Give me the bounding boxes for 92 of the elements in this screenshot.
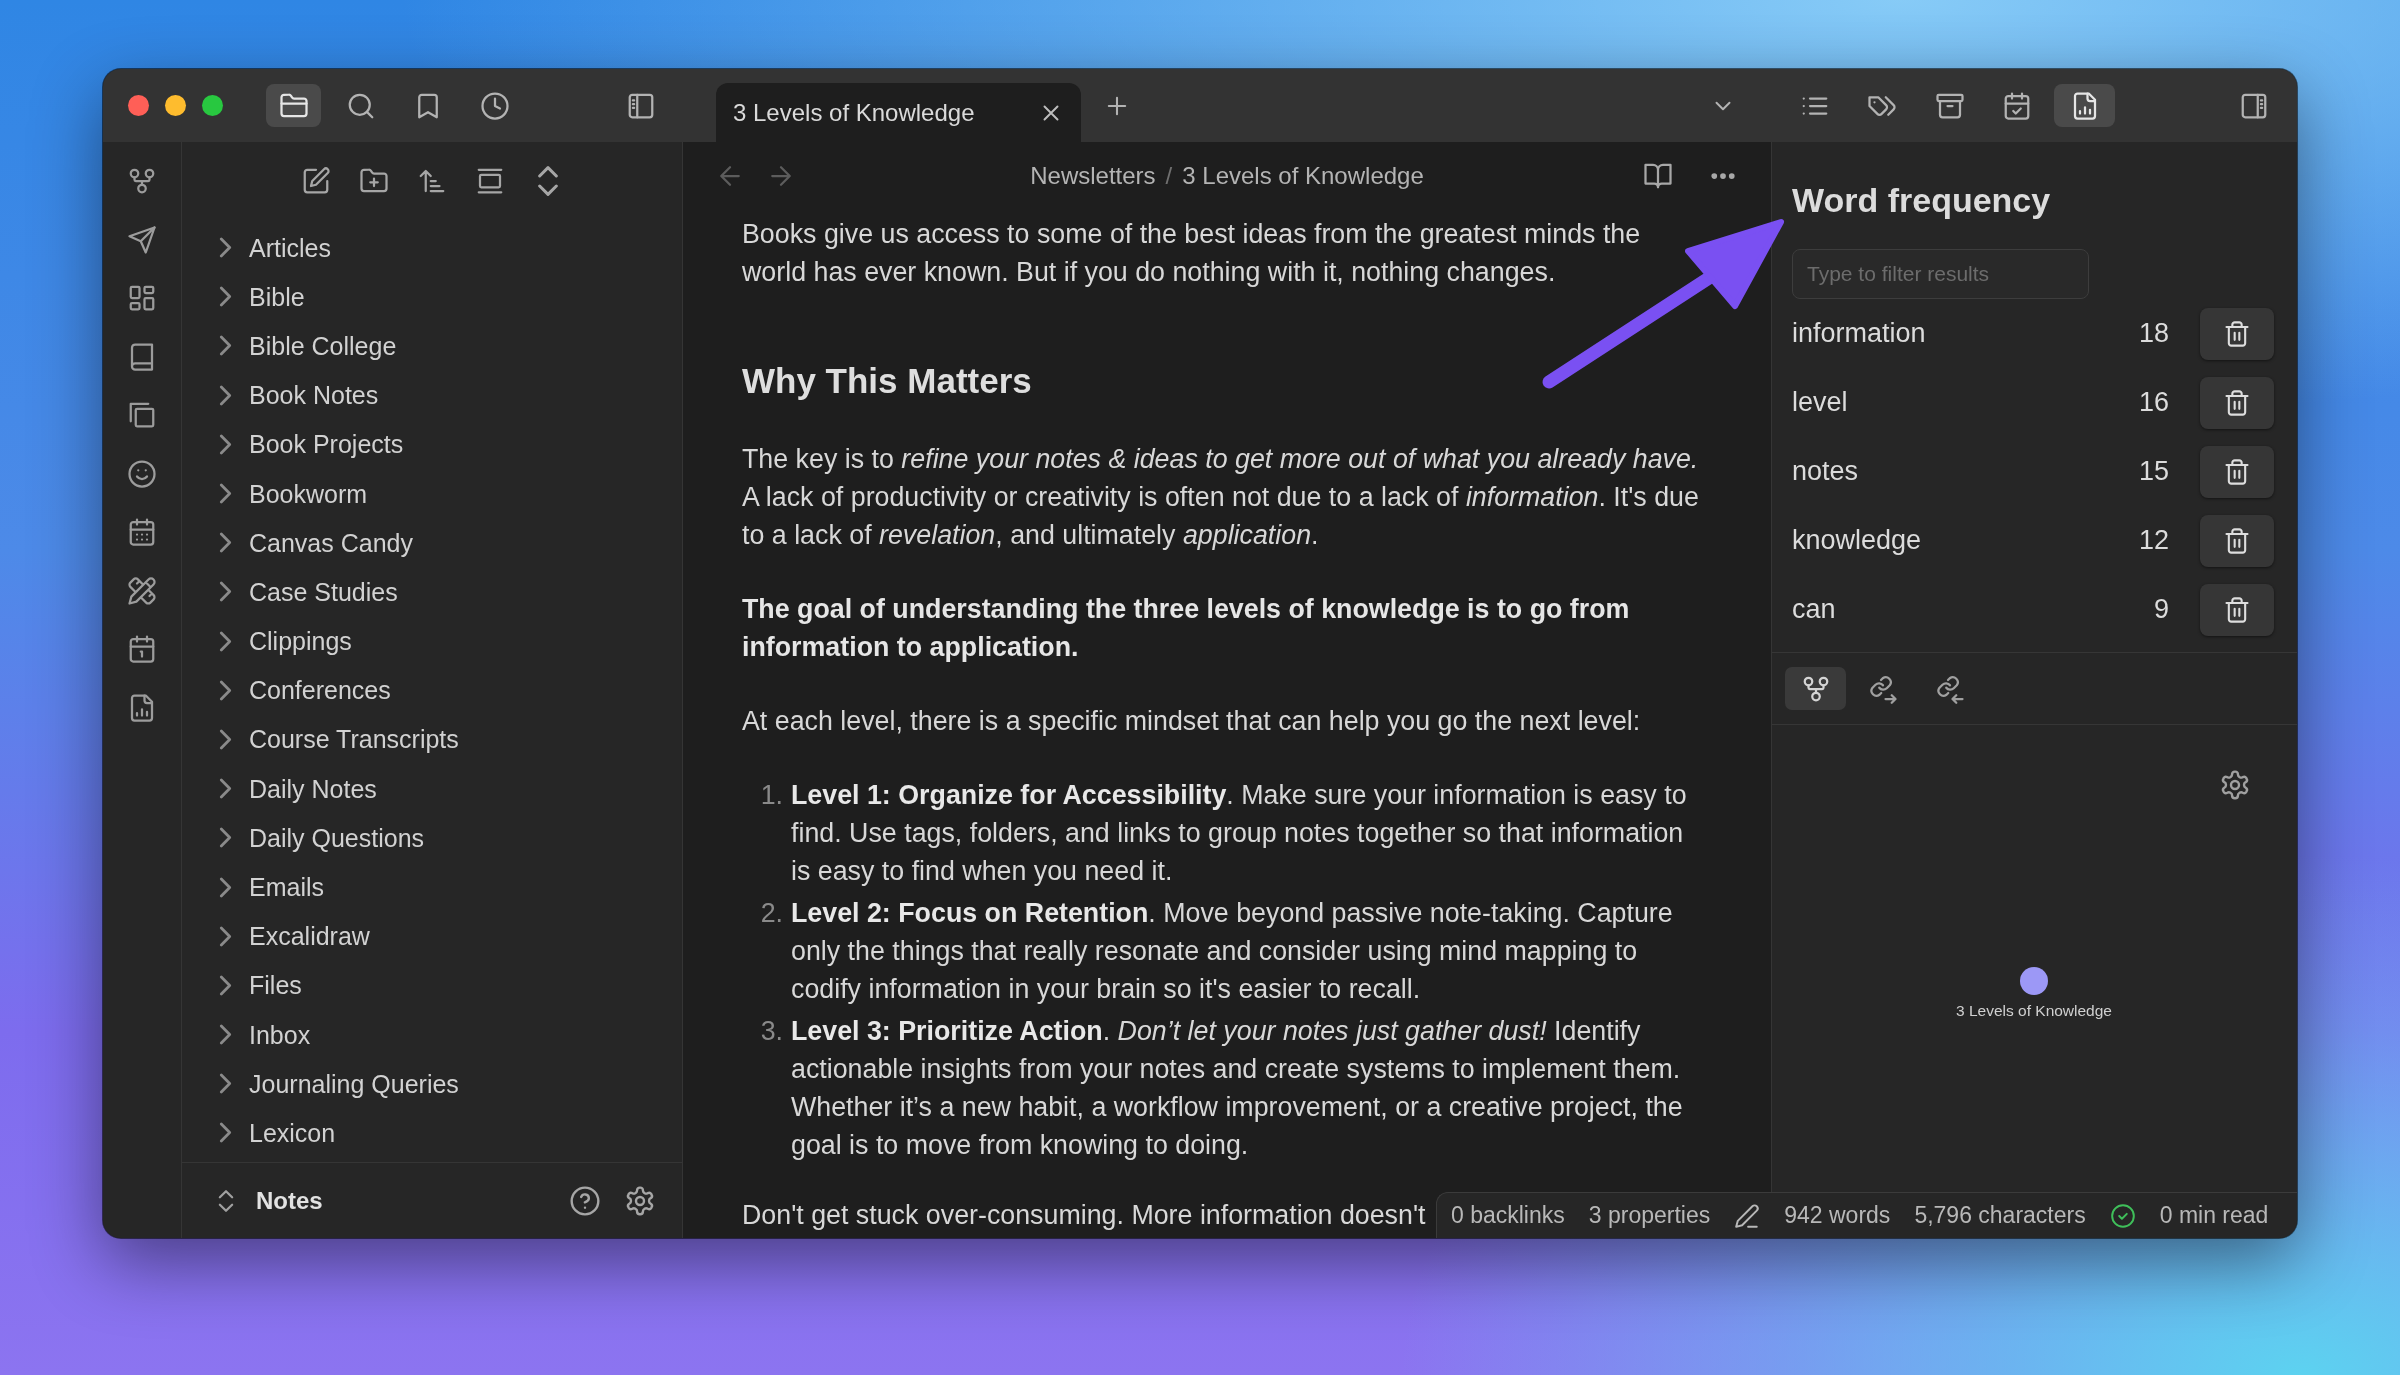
folder-item[interactable]: Book Notes <box>219 379 379 412</box>
folder-item[interactable]: Conferences <box>219 674 391 707</box>
calendar-day-icon[interactable] <box>127 634 157 664</box>
word-count: 15 <box>2138 455 2169 489</box>
settings-icon[interactable] <box>624 1184 656 1217</box>
frame-icon[interactable] <box>475 166 505 196</box>
list-number: 2. <box>759 897 783 930</box>
folder-item[interactable]: Book Projects <box>219 428 404 461</box>
paragraph: The goal of understanding the three levels of knowledge is to go from information to application. <box>742 593 1631 664</box>
trash-icon <box>2223 595 2251 624</box>
properties-count[interactable]: 3 properties <box>1588 1198 1711 1233</box>
list-item-text: Level 3: Prioritize Action. Don’t let your notes just gather dust! Identify actionable insights from your notes and create systems to implement them. Whether it’s a new habit, a workflow improvement, or a creative project, the goal is to move from knowing to doing. <box>791 1015 1684 1162</box>
graph-node[interactable] <box>2020 967 2048 995</box>
clock-icon <box>479 90 510 121</box>
folder-item[interactable]: Journaling Queries <box>219 1067 459 1100</box>
check-circle-icon[interactable] <box>2109 1202 2136 1229</box>
list-number: 3. <box>759 1015 783 1048</box>
paragraph: At each level, there is a specific mindset that can help you go the next level: <box>742 705 1641 738</box>
calendar-icon[interactable] <box>127 517 157 547</box>
node-label: 3 Levels of Knowledge <box>1956 1001 2112 1021</box>
chain-arrow-right-icon <box>1867 673 1898 704</box>
paragraph: Books give us access to some of the best ideas from the greatest minds the world has ever known. But if you do nothing with it, nothing changes. <box>742 218 1642 289</box>
note-tab[interactable]: 3 Levels of Knowledge <box>716 83 1081 142</box>
delete-button[interactable] <box>2200 445 2274 498</box>
chain-arrow-left-icon <box>1934 673 1965 704</box>
trash-icon <box>2223 526 2251 555</box>
folder-item[interactable]: Bookworm <box>219 477 368 510</box>
folder-item[interactable]: Files <box>219 969 302 1002</box>
trash-icon <box>2223 388 2251 417</box>
trash-icon <box>2223 457 2251 486</box>
smiley-icon[interactable] <box>127 458 157 489</box>
view-tab[interactable] <box>1785 667 1846 710</box>
folder-item[interactable]: Daily Notes <box>219 772 377 805</box>
paragraph: Don't get stuck over-consuming. More information doesn't <box>742 1199 1426 1232</box>
folder-item[interactable]: Lexicon <box>219 1116 336 1149</box>
window-zoom-button[interactable] <box>202 95 223 116</box>
folder-item[interactable]: Bible <box>219 280 305 313</box>
folder-item[interactable]: Case Studies <box>219 575 398 608</box>
character-count: 5,796 characters <box>1914 1201 2086 1231</box>
folder-item[interactable]: Inbox <box>219 1018 311 1051</box>
folder-item[interactable]: Daily Questions <box>219 821 425 854</box>
word-count: 12 <box>2138 524 2169 558</box>
word-label: notes <box>1792 455 1859 489</box>
pencil-ruler-icon[interactable] <box>127 575 157 606</box>
word-count: 942 words <box>1784 1201 1891 1231</box>
list-number: 1. <box>759 779 783 812</box>
folder-item[interactable]: Course Transcripts <box>219 723 459 756</box>
word-count: 18 <box>2138 317 2169 351</box>
sidebar-tab[interactable] <box>2054 84 2115 127</box>
word-count: 16 <box>2138 386 2169 420</box>
folder-item[interactable]: Emails <box>219 871 324 904</box>
folder-item[interactable]: Canvas Candy <box>219 526 413 559</box>
panel-title: Word frequency <box>1792 180 2051 221</box>
list-item-text: Level 1: Organize for Accessibility. Make sure your information is easy to find. Use tags, folders, and links to group notes together so that information is easy to find when you need it. <box>791 779 1688 888</box>
delete-button[interactable] <box>2200 514 2274 567</box>
dashboard-icon[interactable] <box>127 283 157 313</box>
list-item-text: Level 2: Focus on Retention. Move beyond passive note-taking. Capture only the things that really resonate and consider using mind mapping to codify information in your brain so it's easier to recall. <box>791 897 1674 1006</box>
window-close-button[interactable] <box>128 95 149 116</box>
backlinks-count[interactable]: 0 backlinks <box>1451 1198 1565 1233</box>
word-label: can <box>1792 593 1836 627</box>
paragraph: The key is to refine your notes & ideas to get more out of what you already have. A lack of productivity or creativity is often not due to a lack of information. It's due to a lack of revelation, and ultimately application. <box>742 443 1700 552</box>
stacked-squares-icon[interactable] <box>127 400 157 430</box>
sidebar-tab[interactable] <box>266 84 321 127</box>
filter-field[interactable]: Type to filter results <box>1792 249 2089 299</box>
folder-item[interactable]: Articles <box>219 231 331 264</box>
square-pen-icon[interactable] <box>301 166 331 196</box>
settings-icon[interactable] <box>2219 769 2251 801</box>
word-label: knowledge <box>1792 524 1922 558</box>
ellipsis-icon[interactable] <box>1709 173 1737 179</box>
heading: Why This Matters <box>742 360 1032 402</box>
folder-item[interactable]: Excalidraw <box>219 920 370 953</box>
trash-icon <box>2223 319 2251 348</box>
window-minimize-button[interactable] <box>165 95 186 116</box>
pencil-icon[interactable] <box>1734 1202 1761 1229</box>
breadcrumb-link[interactable]: Newsletters <box>1030 158 1156 194</box>
nodes-icon[interactable] <box>127 166 157 196</box>
word-count: 9 <box>2153 593 2169 627</box>
vault-name[interactable]: Notes <box>256 1182 323 1219</box>
calendar-check-icon <box>2002 90 2032 121</box>
breadcrumb-link[interactable]: 3 Levels of Knowledge <box>1182 158 1424 194</box>
book-open-icon[interactable] <box>1643 161 1673 191</box>
delete-button[interactable] <box>2200 307 2274 360</box>
delete-button[interactable] <box>2200 583 2274 636</box>
reading-time: 0 min read <box>2159 1201 2269 1231</box>
delete-button[interactable] <box>2200 376 2274 429</box>
folder-item[interactable]: Bible College <box>219 329 397 362</box>
word-label: level <box>1792 386 1848 420</box>
folder-item[interactable]: Clippings <box>219 625 352 658</box>
breadcrumb-separator: / <box>1165 161 1173 191</box>
paper-plane-icon[interactable] <box>127 224 157 255</box>
word-label: information <box>1792 317 1926 351</box>
help-icon[interactable] <box>569 1184 601 1217</box>
